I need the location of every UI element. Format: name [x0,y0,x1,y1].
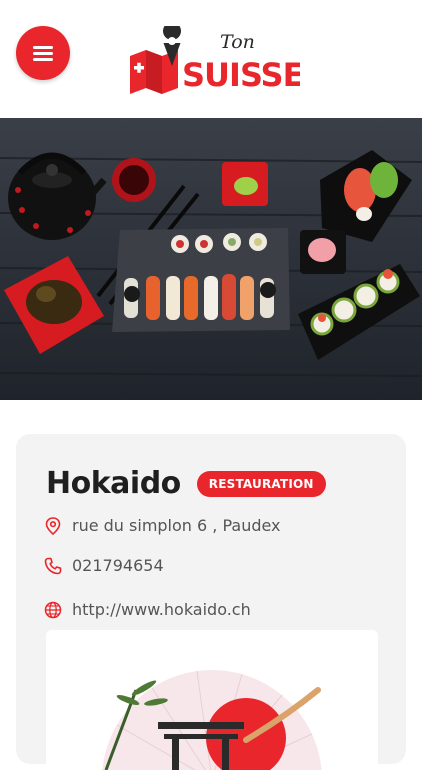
globe-icon [44,601,62,619]
hamburger-menu-icon [33,43,53,64]
restaurant-logo-image [46,630,378,770]
sushi-platter-photo [0,118,422,400]
app-header: Ton SUISSE [0,0,422,118]
category-badge[interactable]: RESTAURATION [196,470,326,497]
menu-button[interactable] [16,26,70,80]
phone-row[interactable]: 021794654 [44,556,164,575]
location-pin-icon [44,516,62,535]
ton-suisse-logo[interactable]: Ton SUISSE [128,26,300,96]
swiss-map-icon [130,26,181,94]
website-row[interactable]: http://www.hokaido.ch [44,600,251,619]
address-text: rue du simplon 6 , Paudex [72,516,281,535]
website-link[interactable]: http://www.hokaido.ch [72,600,251,619]
listing-card: Hokaido RESTAURATION rue du simplon 6 , … [16,434,406,770]
svg-text:Ton: Ton [220,31,255,53]
phone-number[interactable]: 021794654 [72,556,164,575]
listing-title-row: Hokaido RESTAURATION [46,466,326,501]
listing-name: Hokaido [46,466,181,501]
address-row: rue du simplon 6 , Paudex [44,516,281,535]
hero-image [0,118,422,400]
svg-text:SUISSE: SUISSE [182,56,300,94]
phone-icon [44,557,62,575]
